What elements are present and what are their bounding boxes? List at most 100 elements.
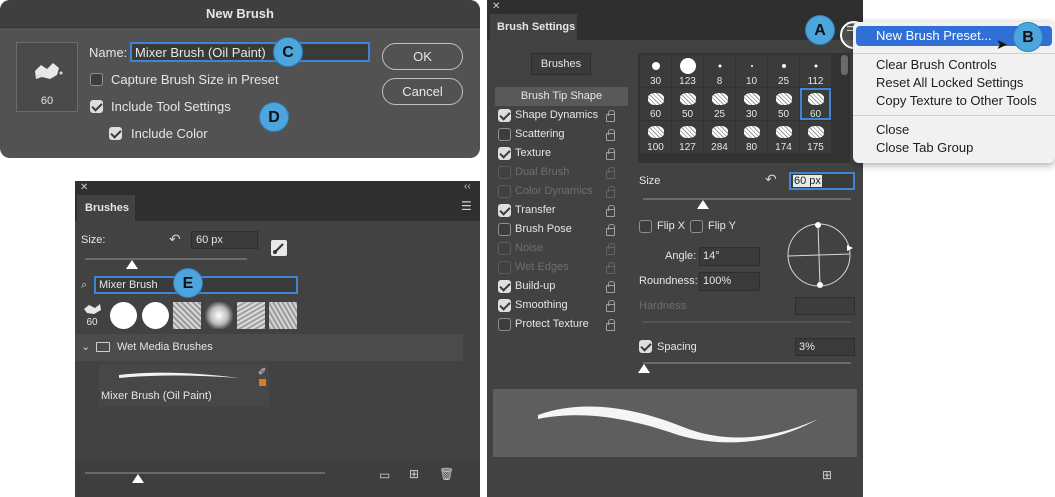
trash-icon[interactable]: 🗑 [439,467,454,481]
menu-item-copy-texture[interactable]: Copy Texture to Other Tools [853,92,1055,110]
tip-size-input[interactable]: 60 px [789,172,855,190]
brush-tip-cell[interactable]: 175 [800,121,831,153]
angle-roundness-widget[interactable] [782,218,854,294]
spacing-slider[interactable] [643,362,851,364]
cancel-button[interactable]: Cancel [382,78,463,105]
brush-tip-cell[interactable]: 30 [640,55,671,87]
brush-option-checkbox[interactable] [498,223,511,236]
preset-thumb-2[interactable] [110,302,137,329]
brush-option-row[interactable]: Transfer [495,201,630,220]
brush-tip-cell[interactable]: 30 [736,88,767,120]
menu-item-close-tab-group[interactable]: Close Tab Group [853,139,1055,157]
brush-tip-cell[interactable]: 8 [704,55,735,87]
angle-input[interactable]: 14° [699,247,760,266]
brush-option-checkbox[interactable] [498,204,511,217]
brush-option-checkbox[interactable] [498,261,511,274]
brush-tip-cell[interactable]: 25 [704,88,735,120]
brush-name-input[interactable]: Mixer Brush (Oil Paint) [130,42,370,62]
lock-icon[interactable] [606,262,615,274]
brush-option-checkbox[interactable] [498,280,511,293]
brush-tip-cell[interactable]: 80 [736,121,767,153]
tip-size-thumb[interactable] [697,200,709,209]
preset-thumb-4[interactable] [173,302,201,329]
preset-thumb-6[interactable] [237,302,265,329]
brush-tip-shape-item[interactable]: Brush Tip Shape [495,87,628,106]
roundness-input[interactable]: 100% [699,272,760,291]
tab-brushes[interactable]: Brushes [77,195,135,221]
brush-tip-cell[interactable]: 112 [800,55,831,87]
flip-y-checkbox[interactable] [690,220,703,233]
brush-tip-cell[interactable]: 25 [768,55,799,87]
brush-option-row[interactable]: Color Dynamics [495,182,630,201]
new-brush-icon[interactable]: ⊞ [822,468,832,482]
preset-thumb-5[interactable] [205,302,233,329]
brush-option-checkbox[interactable] [498,185,511,198]
reset-size-icon[interactable]: ↶ [765,171,777,188]
brush-option-row[interactable]: Texture [495,144,630,163]
capture-size-checkbox[interactable] [90,73,103,86]
spacing-checkbox[interactable] [639,340,652,353]
preset-thumb-7[interactable] [269,302,297,329]
close-icon[interactable]: ✕ [80,182,88,193]
brush-tip-cell[interactable]: 50 [768,88,799,120]
brush-tip-cell[interactable]: 127 [672,121,703,153]
preset-thumb-3[interactable] [142,302,169,329]
thumbnail-size-thumb[interactable] [132,474,144,483]
brush-option-row[interactable]: Scattering [495,125,630,144]
new-group-icon[interactable]: ▭ [379,468,390,482]
thumbnail-size-slider[interactable] [85,472,325,474]
lock-icon[interactable] [606,167,615,179]
brush-option-row[interactable]: Wet Edges [495,258,630,277]
reset-size-icon[interactable]: ↶ [169,231,181,248]
brush-option-checkbox[interactable] [498,128,511,141]
brush-option-checkbox[interactable] [498,166,511,179]
brush-size-toggle-icon[interactable] [271,240,287,256]
tip-size-slider[interactable] [643,198,851,200]
lock-icon[interactable] [606,300,615,312]
brush-tip-cell[interactable]: 100 [640,121,671,153]
brush-tip-cell[interactable]: 50 [672,88,703,120]
include-tool-settings-checkbox[interactable] [90,100,103,113]
menu-item-close[interactable]: Close [853,121,1055,139]
brush-option-row[interactable]: Dual Brush [495,163,630,182]
brush-option-row[interactable]: Build-up [495,277,630,296]
panel-menu-icon[interactable]: ☰ [461,199,472,213]
menu-item-clear-brush-controls[interactable]: Clear Brush Controls [853,56,1055,74]
lock-icon[interactable] [606,281,615,293]
tab-brush-settings[interactable]: Brush Settings [490,14,577,40]
brush-preset-item[interactable]: Mixer Brush (Oil Paint) [99,365,269,407]
brush-option-checkbox[interactable] [498,109,511,122]
new-brush-icon[interactable]: ⊞ [409,467,419,481]
size-slider-thumb[interactable] [126,260,138,269]
brush-tip-cell[interactable]: 60 [640,88,671,120]
lock-icon[interactable] [606,186,615,198]
lock-icon[interactable] [606,148,615,160]
preset-thumb-1[interactable]: 60 [79,300,105,330]
lock-icon[interactable] [606,224,615,236]
ok-button[interactable]: OK [382,43,463,70]
brush-tip-cell[interactable]: 284 [704,121,735,153]
brush-option-row[interactable]: Noise [495,239,630,258]
lock-icon[interactable] [606,110,615,122]
close-icon[interactable]: ✕ [492,1,500,12]
tip-grid-scrollbar[interactable] [841,55,848,75]
include-color-checkbox[interactable] [109,127,122,140]
brush-tip-cell[interactable]: 60 [800,88,831,120]
chevron-down-icon[interactable]: ⌄ [81,340,90,353]
brushes-button[interactable]: Brushes [531,53,591,75]
brush-tip-cell[interactable]: 174 [768,121,799,153]
brush-option-checkbox[interactable] [498,299,511,312]
size-input[interactable]: 60 px [191,231,258,249]
spacing-input[interactable]: 3% [795,338,855,356]
flip-x-checkbox[interactable] [639,220,652,233]
brush-option-checkbox[interactable] [498,318,511,331]
lock-icon[interactable] [606,243,615,255]
lock-icon[interactable] [606,319,615,331]
brush-option-row[interactable]: Brush Pose [495,220,630,239]
brush-tip-cell[interactable]: 123 [672,55,703,87]
lock-icon[interactable] [606,129,615,141]
collapse-icon[interactable]: ‹‹ [464,181,471,192]
brush-option-row[interactable]: Smoothing [495,296,630,315]
brush-option-checkbox[interactable] [498,147,511,160]
menu-item-reset-locked[interactable]: Reset All Locked Settings [853,74,1055,92]
